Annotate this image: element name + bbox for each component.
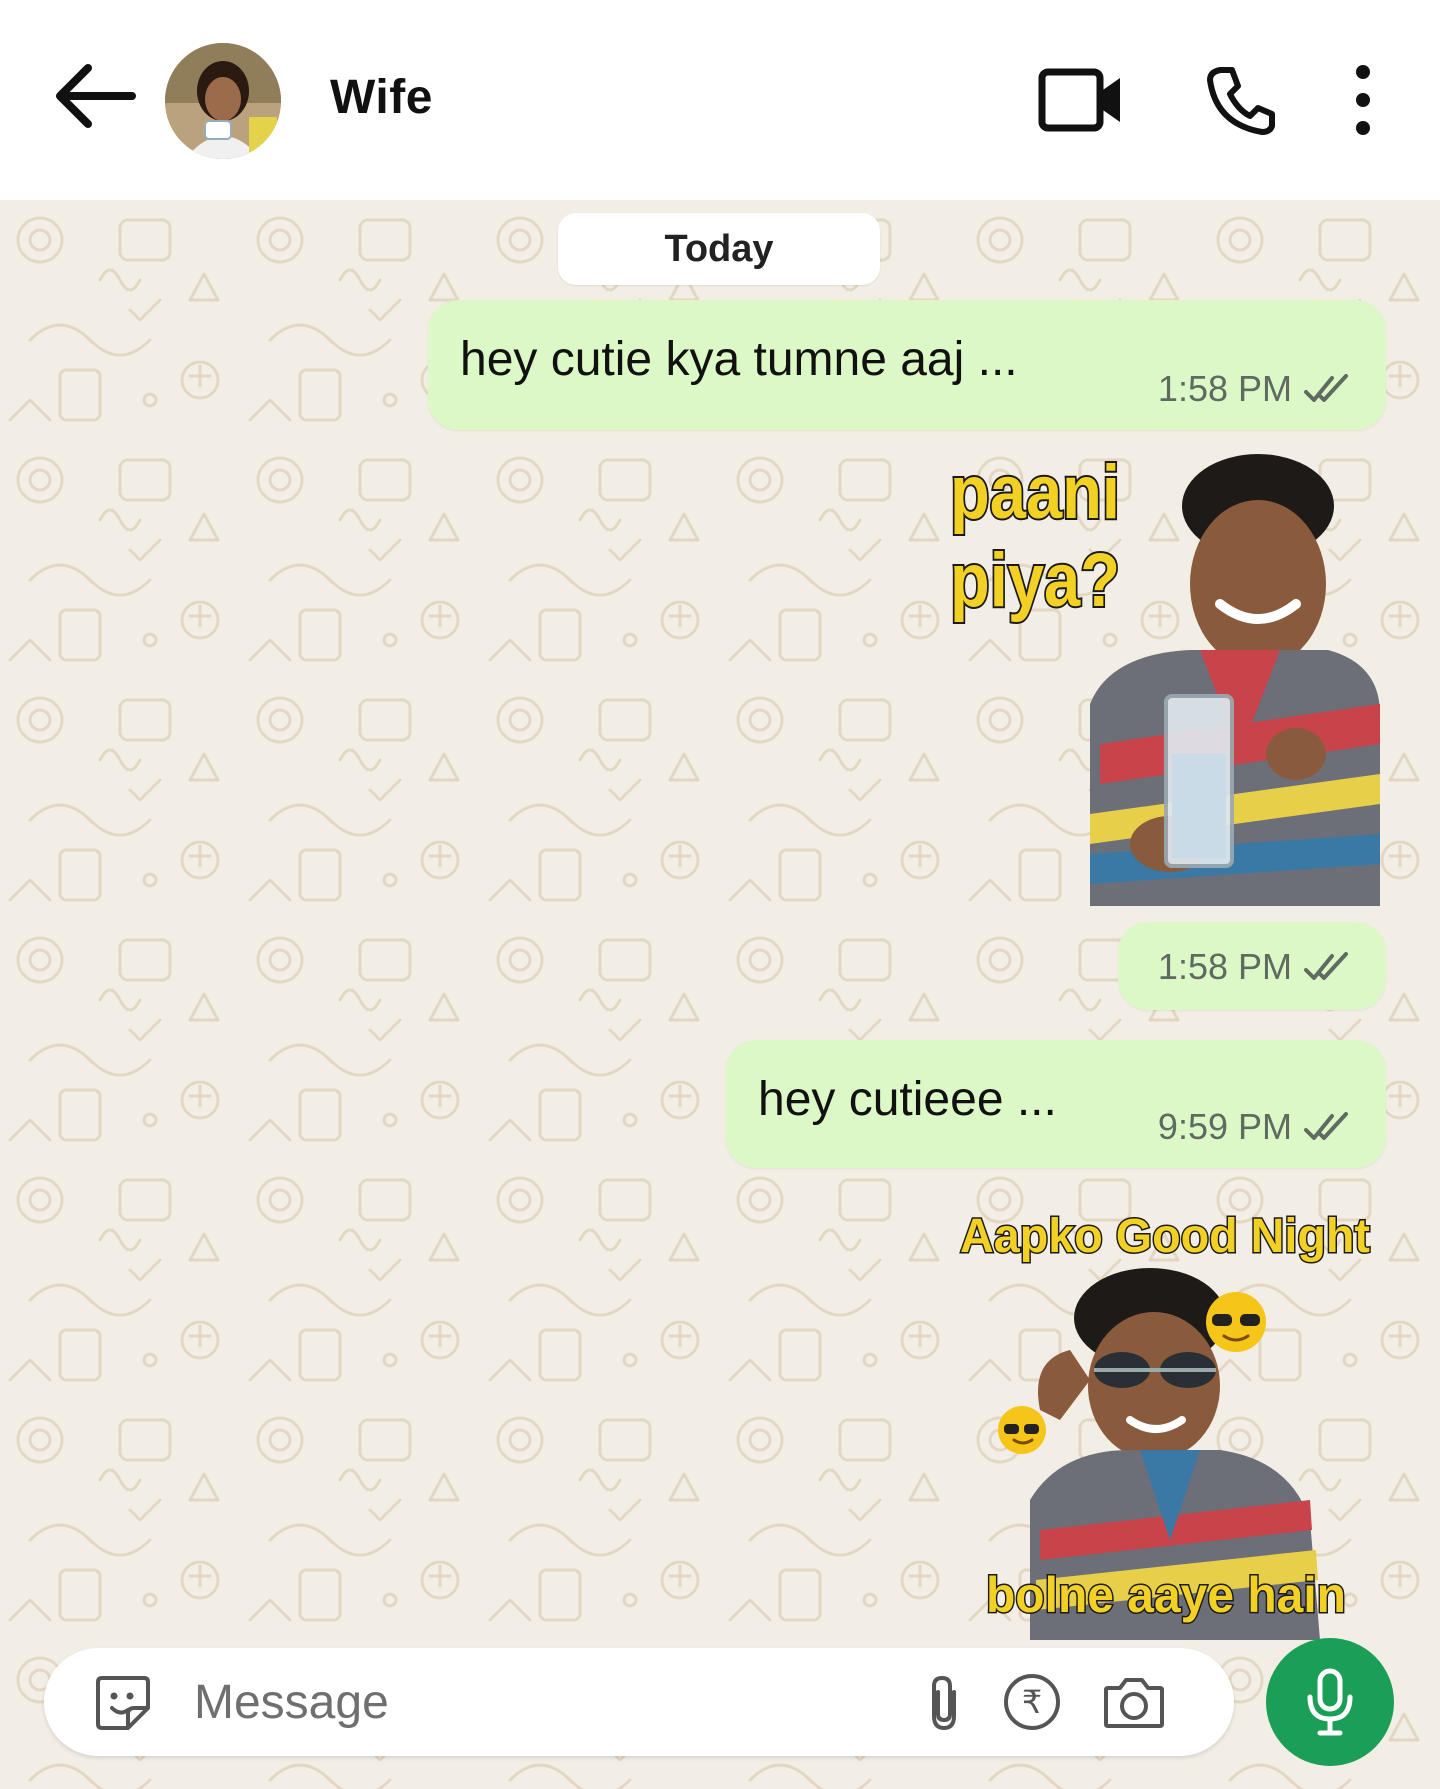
message-meta: 1:58 PM xyxy=(1158,368,1352,410)
sticker-caption-line-2: piya? xyxy=(950,538,1120,623)
camera-icon[interactable] xyxy=(1102,1672,1166,1732)
message-time: 1:58 PM xyxy=(1157,946,1292,987)
outgoing-message[interactable]: hey cutie kya tumne aaj ... 1:58 PM xyxy=(428,300,1386,430)
sticker-icon[interactable] xyxy=(94,1674,152,1732)
outgoing-message-meta[interactable]: 1:58 PM xyxy=(1118,922,1386,1010)
date-divider: Today xyxy=(558,213,880,285)
read-receipt-icon xyxy=(1304,952,1348,980)
message-text: hey cutieee ... xyxy=(758,1073,1057,1126)
message-composer: ₹ xyxy=(44,1648,1234,1756)
voice-call-icon[interactable] xyxy=(1206,64,1276,136)
microphone-icon xyxy=(1307,1668,1353,1736)
back-arrow-icon[interactable] xyxy=(52,60,136,132)
attach-icon[interactable] xyxy=(924,1674,964,1732)
more-options-icon[interactable] xyxy=(1348,60,1378,140)
message-time: 1:58 PM xyxy=(1157,368,1292,409)
payment-rupee-icon[interactable]: ₹ xyxy=(1002,1672,1062,1732)
chat-header: Wife xyxy=(0,0,1440,200)
sticker-paani-piya[interactable]: paani piya? xyxy=(940,448,1380,906)
sticker-caption-line-1: paani xyxy=(950,454,1120,535)
message-input[interactable] xyxy=(192,1666,916,1738)
read-receipt-icon xyxy=(1304,1112,1348,1140)
contact-avatar[interactable] xyxy=(165,43,281,159)
video-call-icon[interactable] xyxy=(1038,64,1124,136)
message-meta: 9:59 PM xyxy=(1158,1106,1352,1148)
rupee-symbol: ₹ xyxy=(1022,1683,1042,1721)
read-receipt-icon xyxy=(1304,374,1348,402)
sticker-caption-top: Aapko Good Night xyxy=(960,1210,1370,1263)
message-time: 9:59 PM xyxy=(1157,1106,1292,1147)
chat-area[interactable]: Today hey cutie kya tumne aaj ... 1:58 P… xyxy=(0,200,1440,1789)
voice-record-button[interactable] xyxy=(1266,1638,1394,1766)
message-text: hey cutie kya tumne aaj ... xyxy=(460,333,1018,386)
contact-name[interactable]: Wife xyxy=(330,70,433,125)
sticker-caption-bottom: bolne aaye hain xyxy=(986,1567,1346,1623)
outgoing-message[interactable]: hey cutieee ... 9:59 PM xyxy=(726,1040,1386,1168)
message-meta: 1:58 PM xyxy=(1158,946,1352,988)
sticker-good-night[interactable]: Aapko Good Night bolne aaye hain xyxy=(950,1200,1390,1640)
